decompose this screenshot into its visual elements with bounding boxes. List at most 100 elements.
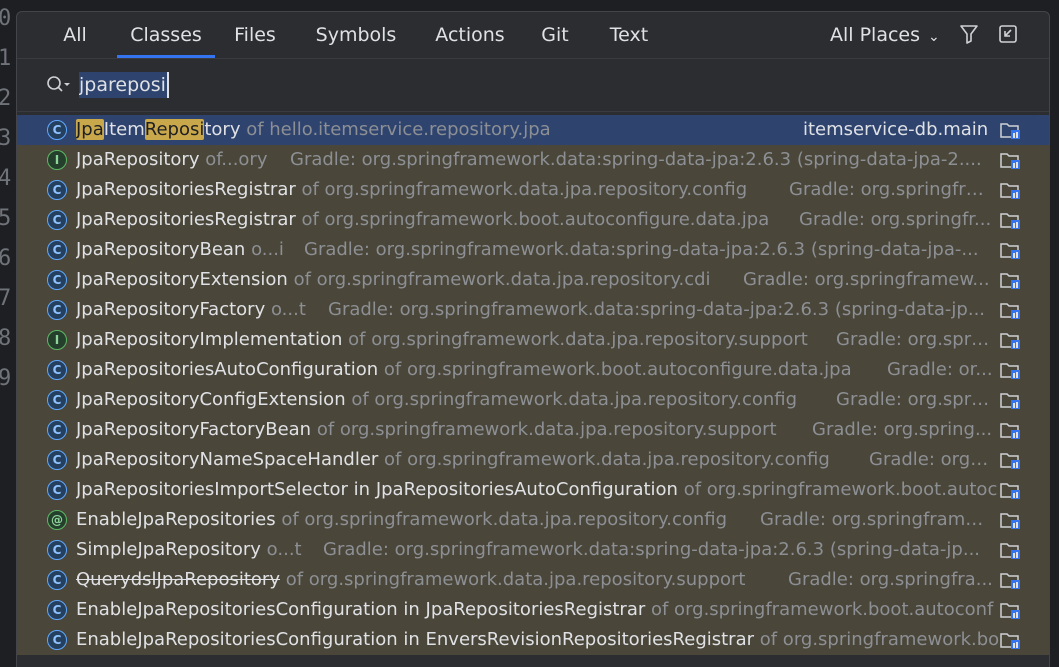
class-name: JpaRepositoryFactoryBean xyxy=(76,419,312,440)
class-name: JpaRepositoryBean xyxy=(76,239,246,260)
library-folder-icon xyxy=(1000,513,1020,529)
tab-all[interactable]: All xyxy=(51,12,99,58)
class-name: JpaRepositoriesImportSelector in JpaRepo… xyxy=(76,479,678,500)
package-name: of org.springframework.bo xyxy=(754,629,1000,650)
result-row[interactable]: C JpaRepositoriesImportSelector in JpaRep… xyxy=(17,475,1049,505)
library-folder-icon xyxy=(1000,483,1020,499)
result-text: JpaRepositoryNameSpaceHandler of org.spr… xyxy=(76,445,864,475)
tab-git[interactable]: Git xyxy=(537,12,573,58)
class-name: JpaRepository xyxy=(76,149,200,170)
class-name: JpaRepositoriesRegistrar xyxy=(76,179,296,200)
library-folder-icon xyxy=(1000,393,1020,409)
result-row[interactable]: C JpaRepositoryBean o...i Gradle: org.spri… xyxy=(17,235,1049,265)
class-icon: C xyxy=(47,180,67,200)
library-location: Gradle: org.springframe... xyxy=(760,509,993,530)
library-folder-icon xyxy=(1000,333,1020,349)
result-text: EnableJpaRepositoriesConfiguration in En… xyxy=(76,625,1021,655)
line-number: 0 xyxy=(0,6,12,31)
places-dropdown[interactable]: All Places ⌄ xyxy=(830,12,940,58)
class-icon: C xyxy=(47,390,67,410)
result-text: JpaRepository of...ory xyxy=(76,145,285,175)
line-number: 8 xyxy=(0,326,12,351)
result-row[interactable]: C JpaRepositoriesRegistrar of org.springf… xyxy=(17,205,1049,235)
result-text: JpaRepositoryBean o...i xyxy=(76,235,299,265)
library-location: Gradle: org.... xyxy=(869,449,993,470)
class-name: JpaRepositoryExtension xyxy=(76,269,288,290)
match-highlight: Jpa xyxy=(76,119,104,140)
result-text: EnableJpaRepositoriesConfiguration in Jp… xyxy=(76,595,1021,625)
class-icon: C xyxy=(47,210,67,230)
class-icon: C xyxy=(47,120,67,140)
result-row[interactable]: C SimpleJpaRepository o...t Gradle: org.sp… xyxy=(17,535,1049,565)
result-text: JpaRepositoryFactoryBean of org.springfr… xyxy=(76,415,807,445)
class-name: EnableJpaRepositories xyxy=(76,509,276,530)
filter-icon[interactable] xyxy=(958,23,980,45)
library-location: itemservice-db.main xyxy=(803,119,989,140)
result-row[interactable]: C EnableJpaRepositoriesConfiguration in E… xyxy=(17,625,1049,655)
library-folder-icon xyxy=(1000,543,1020,559)
library-folder-icon xyxy=(1000,153,1020,169)
result-row[interactable]: C JpaRepositoryFactoryBean of org.springf… xyxy=(17,415,1049,445)
result-row[interactable]: C EnableJpaRepositoriesConfiguration in J… xyxy=(17,595,1049,625)
search-input[interactable] xyxy=(79,71,679,99)
interface-icon: I xyxy=(47,330,67,350)
library-location: Gradle: org.spri... xyxy=(836,329,993,350)
tab-symbols[interactable]: Symbols xyxy=(311,12,401,58)
package-name: of hello.itemservice.repository.jpa xyxy=(240,119,551,140)
result-row[interactable]: C JpaItemRepository of hello.itemservice.… xyxy=(17,115,1049,145)
open-in-tool-window-icon[interactable] xyxy=(997,23,1019,45)
line-number: 9 xyxy=(0,366,12,391)
result-row[interactable]: @ EnableJpaRepositories of org.springfram… xyxy=(17,505,1049,535)
name-segment: Item xyxy=(103,119,145,140)
result-row[interactable]: C JpaRepositoryConfigExtension of org.spr… xyxy=(17,385,1049,415)
search-icon[interactable] xyxy=(45,74,71,96)
result-row[interactable]: C JpaRepositoriesRegistrar of org.springf… xyxy=(17,175,1049,205)
class-name: EnableJpaRepositoriesConfiguration in Jp… xyxy=(76,599,646,620)
results-list: C JpaItemRepository of hello.itemservice.… xyxy=(17,115,1049,655)
tab-files[interactable]: Files xyxy=(229,12,281,58)
result-row[interactable]: C JpaRepositoryFactory o...t Gradle: org.s… xyxy=(17,295,1049,325)
result-row[interactable]: C JpaRepositoryExtension of org.springfra… xyxy=(17,265,1049,295)
tab-text[interactable]: Text xyxy=(603,12,655,58)
class-icon: C xyxy=(47,300,67,320)
class-icon: C xyxy=(47,630,67,650)
result-row[interactable]: C JpaRepositoryNameSpaceHandler of org.sp… xyxy=(17,445,1049,475)
result-row[interactable]: C QuerydslJpaRepository of org.springfram… xyxy=(17,565,1049,595)
tab-classes[interactable]: Classes xyxy=(117,12,215,58)
line-number: 6 xyxy=(0,246,12,271)
library-location: Gradle: org.springfra... xyxy=(789,179,993,200)
package-name: of org.springframework.data.jpa.reposito… xyxy=(342,329,808,350)
editor-gutter: 0 1 2 3 4 5 6 7 8 9 xyxy=(0,0,16,666)
library-location: Gradle: org.springfra... xyxy=(788,569,993,590)
result-row[interactable]: I JpaRepository of...ory Gradle: org.sprin… xyxy=(17,145,1049,175)
package-name: of org.springframework.boot.autoconf xyxy=(645,599,994,620)
package-name: o...t xyxy=(260,539,302,560)
library-folder-icon xyxy=(1000,573,1020,589)
result-text: JpaRepositoriesRegistrar of org.springfr… xyxy=(76,205,794,235)
class-icon: C xyxy=(47,240,67,260)
result-text: JpaRepositoriesAutoConfiguration of org.… xyxy=(76,355,882,385)
tab-actions[interactable]: Actions xyxy=(429,12,511,58)
package-name: of org.springframework.data.jpa.reposito… xyxy=(295,179,748,200)
library-location: Gradle: org.springframework.data:spring-… xyxy=(328,299,986,320)
library-folder-icon xyxy=(1000,303,1020,319)
result-text: JpaRepositoryFactory o...t xyxy=(76,295,323,325)
class-icon: C xyxy=(47,450,67,470)
line-number: 4 xyxy=(0,166,12,191)
package-name: o...i xyxy=(245,239,284,260)
library-location: Gradle: org.spring... xyxy=(812,419,993,440)
library-folder-icon xyxy=(1000,213,1020,229)
library-folder-icon xyxy=(1000,603,1020,619)
result-text: QuerydslJpaRepository of org.springframe… xyxy=(76,565,783,595)
search-bar xyxy=(17,59,1049,112)
class-name: EnableJpaRepositoriesConfiguration in En… xyxy=(76,629,755,650)
package-name: of org.springframework.boot.autoconfigur… xyxy=(378,359,852,380)
result-row[interactable]: C JpaRepositoriesAutoConfiguration of org… xyxy=(17,355,1049,385)
library-location: Gradle: org.springframework.data:spring-… xyxy=(290,149,982,170)
result-text: SimpleJpaRepository o...t xyxy=(76,535,318,565)
search-everywhere-popup: All Classes Files Symbols Actions Git Te… xyxy=(16,11,1050,667)
library-folder-icon xyxy=(1000,363,1020,379)
result-row[interactable]: I JpaRepositoryImplementation of org.spri… xyxy=(17,325,1049,355)
result-text: JpaItemRepository of hello.itemservice.r… xyxy=(76,115,798,145)
package-name: of org.springframework.data.jpa.reposito… xyxy=(287,269,711,290)
